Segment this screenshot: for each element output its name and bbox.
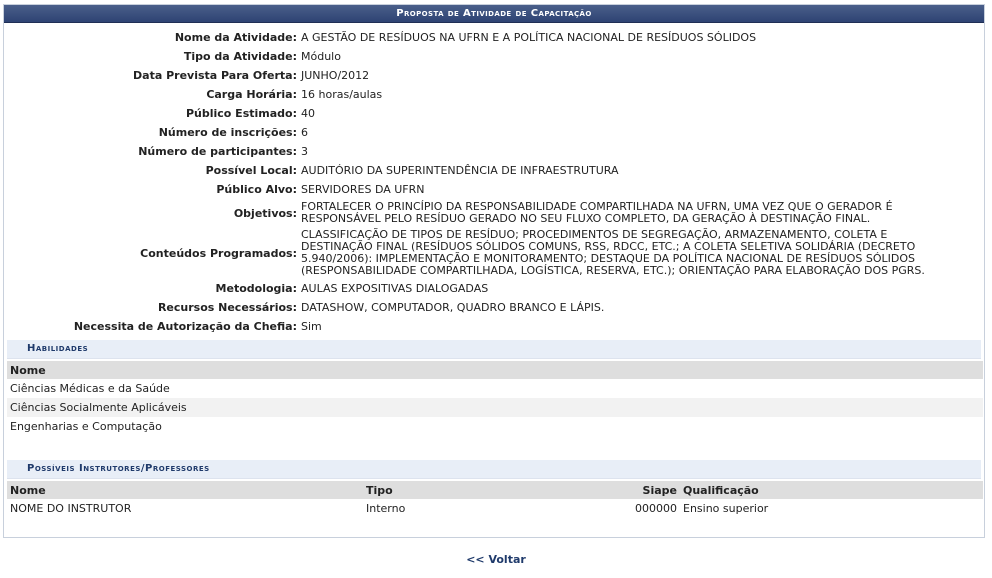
field-value: Sim (301, 319, 322, 333)
back-link[interactable]: << Voltar (466, 553, 526, 566)
table-header-row: Nome (7, 361, 983, 379)
field-label: Número de inscrições: (158, 126, 297, 139)
table-row: Engenharias e Computação (7, 417, 983, 436)
field-label: Número de participantes: (138, 145, 297, 158)
field-value: Módulo (301, 49, 341, 63)
field-label: Recursos Necessários: (157, 301, 297, 314)
column-header-nome: Nome (7, 481, 363, 499)
field-value: 3 (301, 144, 308, 158)
field-value: CLASSIFICAÇÃO DE TIPOS DE RESÍDUO; PROCE… (301, 228, 925, 277)
field-publico-alvo: Público Alvo: SERVIDORES DA UFRN (4, 180, 984, 199)
table-row: Ciências Médicas e da Saúde (7, 379, 983, 398)
field-value: SERVIDORES DA UFRN (301, 182, 425, 196)
field-possivel-local: Possível Local: AUDITÓRIO DA SUPERINTEND… (4, 161, 984, 180)
field-value: A GESTÃO DE RESÍDUOS NA UFRN E A POLÍTIC… (301, 30, 757, 44)
field-value: AUDITÓRIO DA SUPERINTENDÊNCIA DE INFRAES… (301, 163, 619, 177)
instrutor-nome: NOME DO INSTRUTOR (10, 502, 132, 515)
column-header-qualificacao: Qualificação (680, 481, 983, 499)
field-label: Metodologia: (215, 282, 297, 295)
table-header-row: Nome Tipo Siape Qualificação (7, 481, 983, 499)
field-tipo-atividade: Tipo da Atividade: Módulo (4, 47, 984, 66)
habilidade-nome: Ciências Socialmente Aplicáveis (7, 398, 983, 417)
field-label: Nome da Atividade: (174, 31, 297, 44)
field-label: Tipo da Atividade: (183, 50, 297, 63)
field-autorizacao-chefia: Necessita de Autorização da Chefia: Sim (4, 317, 984, 336)
field-value: JUNHO/2012 (301, 68, 370, 82)
field-label: Conteúdos Programados: (140, 246, 297, 260)
instrutor-tipo: Interno (366, 502, 406, 515)
field-label: Necessita de Autorização da Chefia: (73, 320, 297, 333)
habilidades-section-title: Habilidades (7, 340, 981, 359)
table-row: NOME DO INSTRUTOR Interno 000000 Ensino … (7, 499, 983, 518)
instrutor-qualificacao: Ensino superior (683, 502, 769, 515)
field-publico-estimado: Público Estimado: 40 (4, 104, 984, 123)
field-value: AULAS EXPOSITIVAS DIALOGADAS (301, 281, 489, 295)
habilidade-nome: Ciências Médicas e da Saúde (10, 382, 170, 395)
field-label: Possível Local: (205, 164, 297, 177)
field-conteudos-programados: Conteúdos Programados: CLASSIFICAÇÃO DE … (4, 227, 984, 279)
field-data-prevista: Data Prevista Para Oferta: JUNHO/2012 (4, 66, 984, 85)
back-link-container: << Voltar (0, 553, 992, 566)
field-label: Público Alvo: (216, 183, 297, 196)
field-metodologia: Metodologia: AULAS EXPOSITIVAS DIALOGADA… (4, 279, 984, 298)
field-label: Objetivos: (233, 206, 297, 220)
field-value: 16 horas/aulas (301, 87, 383, 101)
habilidade-nome: Engenharias e Computação (10, 420, 162, 433)
proposal-panel: Proposta de Atividade de Capacitação Nom… (3, 4, 985, 538)
instrutores-table: Nome Tipo Siape Qualificação NOME DO INS… (7, 481, 983, 518)
field-value: 40 (301, 106, 315, 120)
fields-list: Nome da Atividade: A GESTÃO DE RESÍDUOS … (4, 28, 984, 336)
field-value: FORTALECER O PRINCÍPIO DA RESPONSABILIDA… (301, 200, 893, 225)
habilidades-table: Nome Ciências Médicas e da Saúde Ciência… (7, 361, 983, 436)
column-header-tipo: Tipo (363, 481, 584, 499)
table-row: Ciências Socialmente Aplicáveis (7, 398, 983, 417)
column-header-nome: Nome (7, 361, 983, 379)
field-value: DATASHOW, COMPUTADOR, QUADRO BRANCO E LÁ… (301, 300, 605, 314)
column-header-siape: Siape (584, 481, 680, 499)
field-recursos-necessarios: Recursos Necessários: DATASHOW, COMPUTAD… (4, 298, 984, 317)
field-carga-horaria: Carga Horária: 16 horas/aulas (4, 85, 984, 104)
field-numero-inscricoes: Número de inscrições: 6 (4, 123, 984, 142)
field-label: Público Estimado: (185, 107, 297, 120)
instrutor-siape: 000000 (635, 502, 677, 515)
field-value: 6 (301, 125, 308, 139)
field-label: Carga Horária: (206, 88, 297, 101)
field-objetivos: Objetivos: FORTALECER O PRINCÍPIO DA RES… (4, 199, 984, 227)
field-numero-participantes: Número de participantes: 3 (4, 142, 984, 161)
panel-title: Proposta de Atividade de Capacitação (4, 5, 984, 23)
instrutores-section-title: Possíveis Instrutores/Professores (7, 460, 981, 479)
field-label: Data Prevista Para Oferta: (133, 69, 297, 82)
field-nome-atividade: Nome da Atividade: A GESTÃO DE RESÍDUOS … (4, 28, 984, 47)
